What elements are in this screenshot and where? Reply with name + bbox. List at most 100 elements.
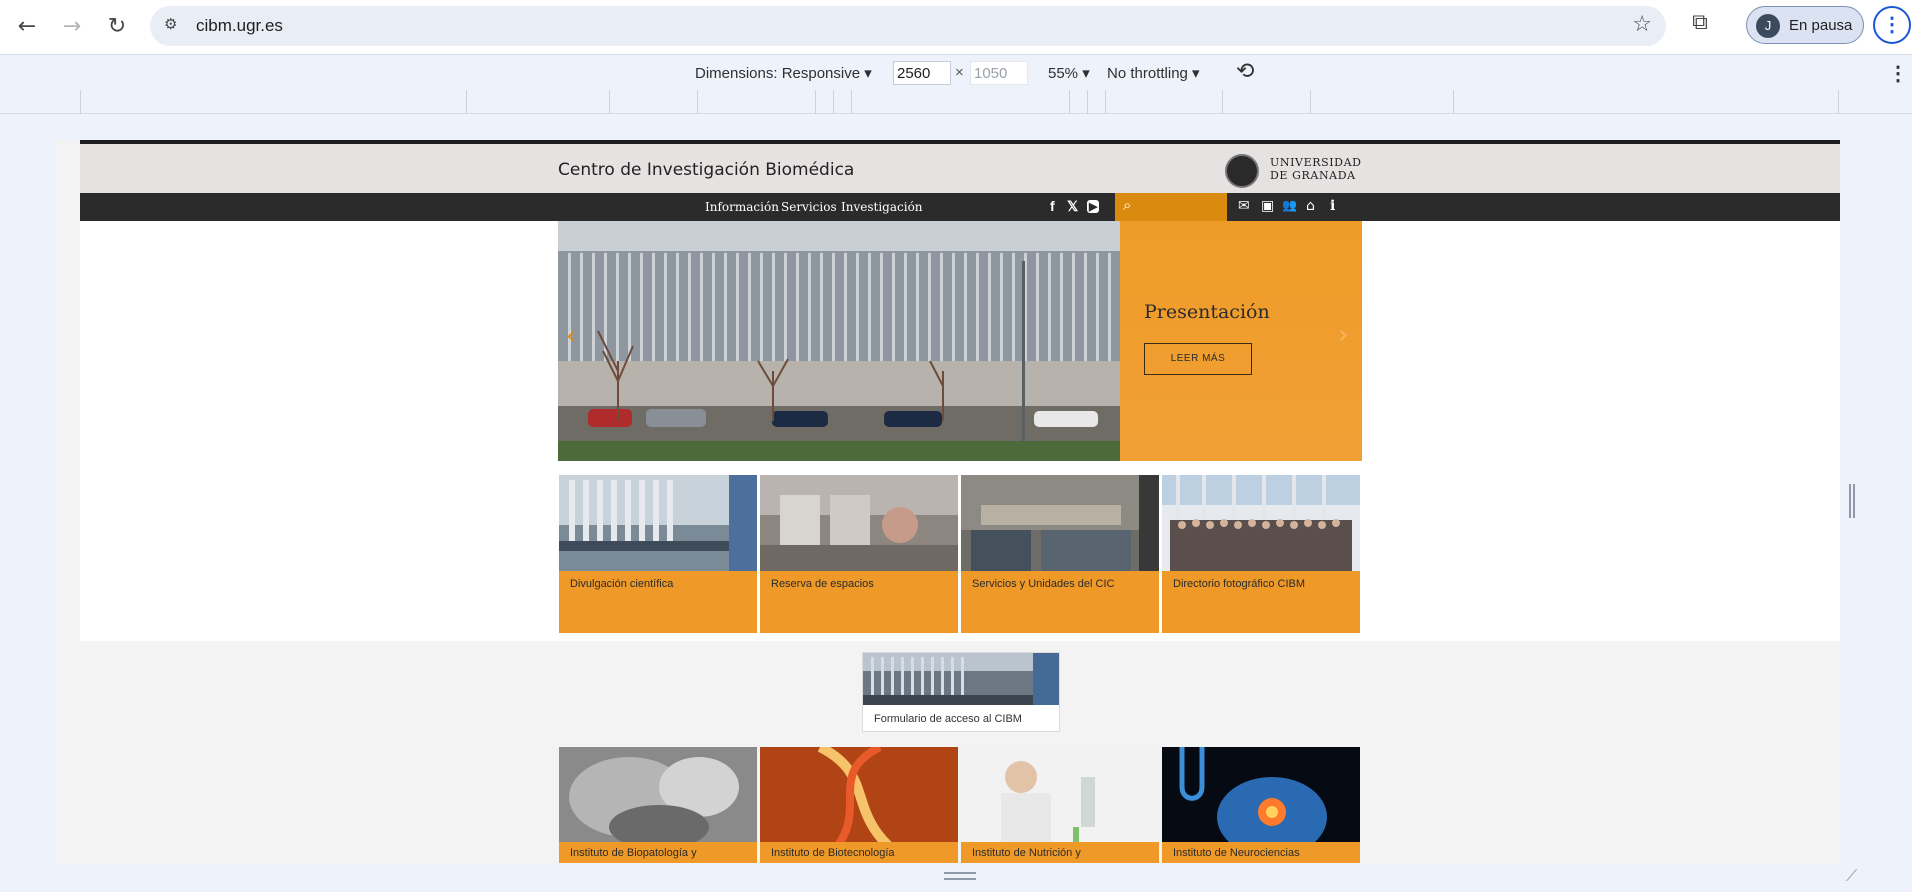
university-crest-icon[interactable] <box>1225 154 1259 188</box>
ruler-tick <box>833 90 834 114</box>
read-more-button[interactable]: LEER MÁS <box>1144 343 1252 375</box>
institute-label: Instituto de Biotecnología <box>771 847 895 859</box>
card-directorio[interactable]: Directorio fotográfico CIBM <box>1162 475 1360 633</box>
ruler-tick <box>609 90 610 114</box>
reload-button[interactable]: ↻ <box>100 9 134 43</box>
institute-caption: Instituto de Biopatología y <box>559 842 757 863</box>
card-label: Reserva de espacios <box>771 578 874 590</box>
back-button[interactable]: ← <box>10 9 44 43</box>
institute-biotecnologia[interactable]: Instituto de Biotecnología <box>760 747 958 863</box>
card-label: Divulgación científica <box>570 578 674 590</box>
university-logo-line1: UNIVERSIDAD <box>1270 156 1362 169</box>
profile-button[interactable]: J En pausa <box>1746 6 1864 44</box>
carousel-next-icon[interactable]: › <box>1338 320 1348 350</box>
carousel-prev-icon[interactable]: ‹ <box>566 321 576 351</box>
institute-label: Instituto de Biopatología y <box>570 847 697 859</box>
hero-panel: Presentación LEER MÁS <box>1120 221 1362 461</box>
youtube-icon[interactable]: ▶ <box>1087 200 1100 213</box>
university-logo[interactable]: UNIVERSIDAD DE GRANADA <box>1270 156 1362 182</box>
card-label: Servicios y Unidades del CIC <box>972 578 1115 590</box>
ruler-tick <box>1222 90 1223 114</box>
institute-caption: Instituto de Nutrición y <box>961 842 1159 863</box>
site-title[interactable]: Centro de Investigación Biomédica <box>558 160 854 180</box>
more-options-icon[interactable]: ⋮ <box>1888 61 1908 86</box>
ruler-tick <box>815 90 816 114</box>
rotate-icon[interactable]: ⟲ <box>1236 59 1254 84</box>
card-reserva[interactable]: Reserva de espacios <box>760 475 958 633</box>
browser-toolbar: ← → ↻ ⚙ cibm.ugr.es ☆ ⧉ J En pausa ⋮ <box>0 0 1912 54</box>
institute-nutricion[interactable]: Instituto de Nutrición y <box>961 747 1159 863</box>
x-twitter-icon[interactable]: 𝕏 <box>1067 198 1078 215</box>
facebook-icon[interactable]: f <box>1050 198 1055 214</box>
card-caption: Divulgación científica <box>559 571 757 633</box>
arrow-left-icon: ← <box>17 13 37 39</box>
ruler-tick <box>80 90 81 114</box>
institute-label: Instituto de Neurociencias <box>1173 847 1300 859</box>
extensions-icon[interactable]: ⧉ <box>1683 10 1717 44</box>
right-resize-handle[interactable] <box>1849 484 1855 518</box>
institute-biopatologia[interactable]: Instituto de Biopatología y <box>559 747 757 863</box>
corner-resize-icon[interactable]: ⟋ <box>1846 866 1857 886</box>
device-toolbar: Dimensions: Responsive ▾ 2560 × 1050 55%… <box>0 54 1912 90</box>
info-icon[interactable]: i <box>1330 198 1335 214</box>
card-servicios[interactable]: Servicios y Unidades del CIC <box>961 475 1159 633</box>
card-caption: Reserva de espacios <box>760 571 958 633</box>
hero-title: Presentación <box>1144 301 1270 323</box>
throttling-dropdown[interactable]: No throttling ▾ <box>1107 64 1200 82</box>
menu-item-servicios[interactable]: Servicios <box>781 200 837 214</box>
ruler-tick <box>851 90 852 114</box>
reload-icon: ↻ <box>107 13 127 39</box>
menu-item-informacion[interactable]: Información <box>705 200 779 214</box>
ruler-tick <box>1838 90 1839 114</box>
menu-item-investigacion[interactable]: Investigación <box>841 200 923 214</box>
height-input[interactable]: 1050 <box>970 61 1028 85</box>
browser-menu-icon[interactable]: ⋮ <box>1873 6 1911 44</box>
building-photo <box>558 221 1120 461</box>
card-image <box>1162 475 1360 571</box>
ruler-tick <box>697 90 698 114</box>
site-nav: Información Servicios Investigación f 𝕏 … <box>80 193 1840 221</box>
ruler-tick <box>1105 90 1106 114</box>
address-bar[interactable]: ⚙ cibm.ugr.es ☆ <box>150 6 1666 46</box>
times-sign: × <box>955 64 964 81</box>
zoom-dropdown[interactable]: 55% ▾ <box>1048 64 1090 82</box>
media-query-ruler[interactable] <box>0 90 1912 114</box>
hero-photo[interactable]: ‹ <box>558 221 1120 461</box>
bookmark-star-icon[interactable]: ☆ <box>1632 12 1652 37</box>
emulated-viewport: Centro de Investigación Biomédica UNIVER… <box>55 140 1840 863</box>
site-header: Centro de Investigación Biomédica UNIVER… <box>80 140 1840 193</box>
bottom-resize-handle[interactable] <box>944 872 976 880</box>
card-image <box>760 475 958 571</box>
avatar: J <box>1756 14 1780 38</box>
ruler-tick <box>1069 90 1070 114</box>
ruler-tick <box>1453 90 1454 114</box>
institute-neurociencias[interactable]: Instituto de Neurociencias <box>1162 747 1360 863</box>
device-stage: ⟋ Centro de Investigación Biomédica UNIV… <box>0 114 1912 892</box>
profile-status-label: En pausa <box>1789 17 1853 34</box>
search-icon: ⌕ <box>1123 196 1132 214</box>
url-text[interactable]: cibm.ugr.es <box>196 16 283 36</box>
card-caption: Servicios y Unidades del CIC <box>961 571 1159 633</box>
site-info-icon[interactable]: ⚙ <box>164 15 186 37</box>
ruler-tick <box>1310 90 1311 114</box>
directory-icon[interactable]: ▣ <box>1261 198 1274 214</box>
width-input[interactable]: 2560 <box>893 61 951 85</box>
card-caption: Directorio fotográfico CIBM <box>1162 571 1360 633</box>
site-search-box[interactable]: ⌕ <box>1115 193 1227 221</box>
arrow-right-icon: → <box>62 13 82 39</box>
card-image <box>863 653 1059 705</box>
users-icon[interactable]: 👥 <box>1282 198 1297 212</box>
website: Centro de Investigación Biomédica UNIVER… <box>80 140 1840 863</box>
card-divulgacion[interactable]: Divulgación científica <box>559 475 757 633</box>
location-icon[interactable]: ⌂ <box>1306 198 1315 214</box>
access-form-card[interactable]: Formulario de acceso al CIBM <box>862 652 1060 732</box>
institute-caption: Instituto de Neurociencias <box>1162 842 1360 863</box>
ruler-tick <box>1087 90 1088 114</box>
mail-icon[interactable]: ✉ <box>1238 198 1250 214</box>
forward-button[interactable]: → <box>55 9 89 43</box>
institute-caption: Instituto de Biotecnología <box>760 842 958 863</box>
dimensions-dropdown[interactable]: Dimensions: Responsive ▾ <box>695 64 872 82</box>
card-label: Directorio fotográfico CIBM <box>1173 578 1306 590</box>
university-logo-line2: DE GRANADA <box>1270 169 1356 182</box>
institute-label: Instituto de Nutrición y <box>972 847 1081 859</box>
